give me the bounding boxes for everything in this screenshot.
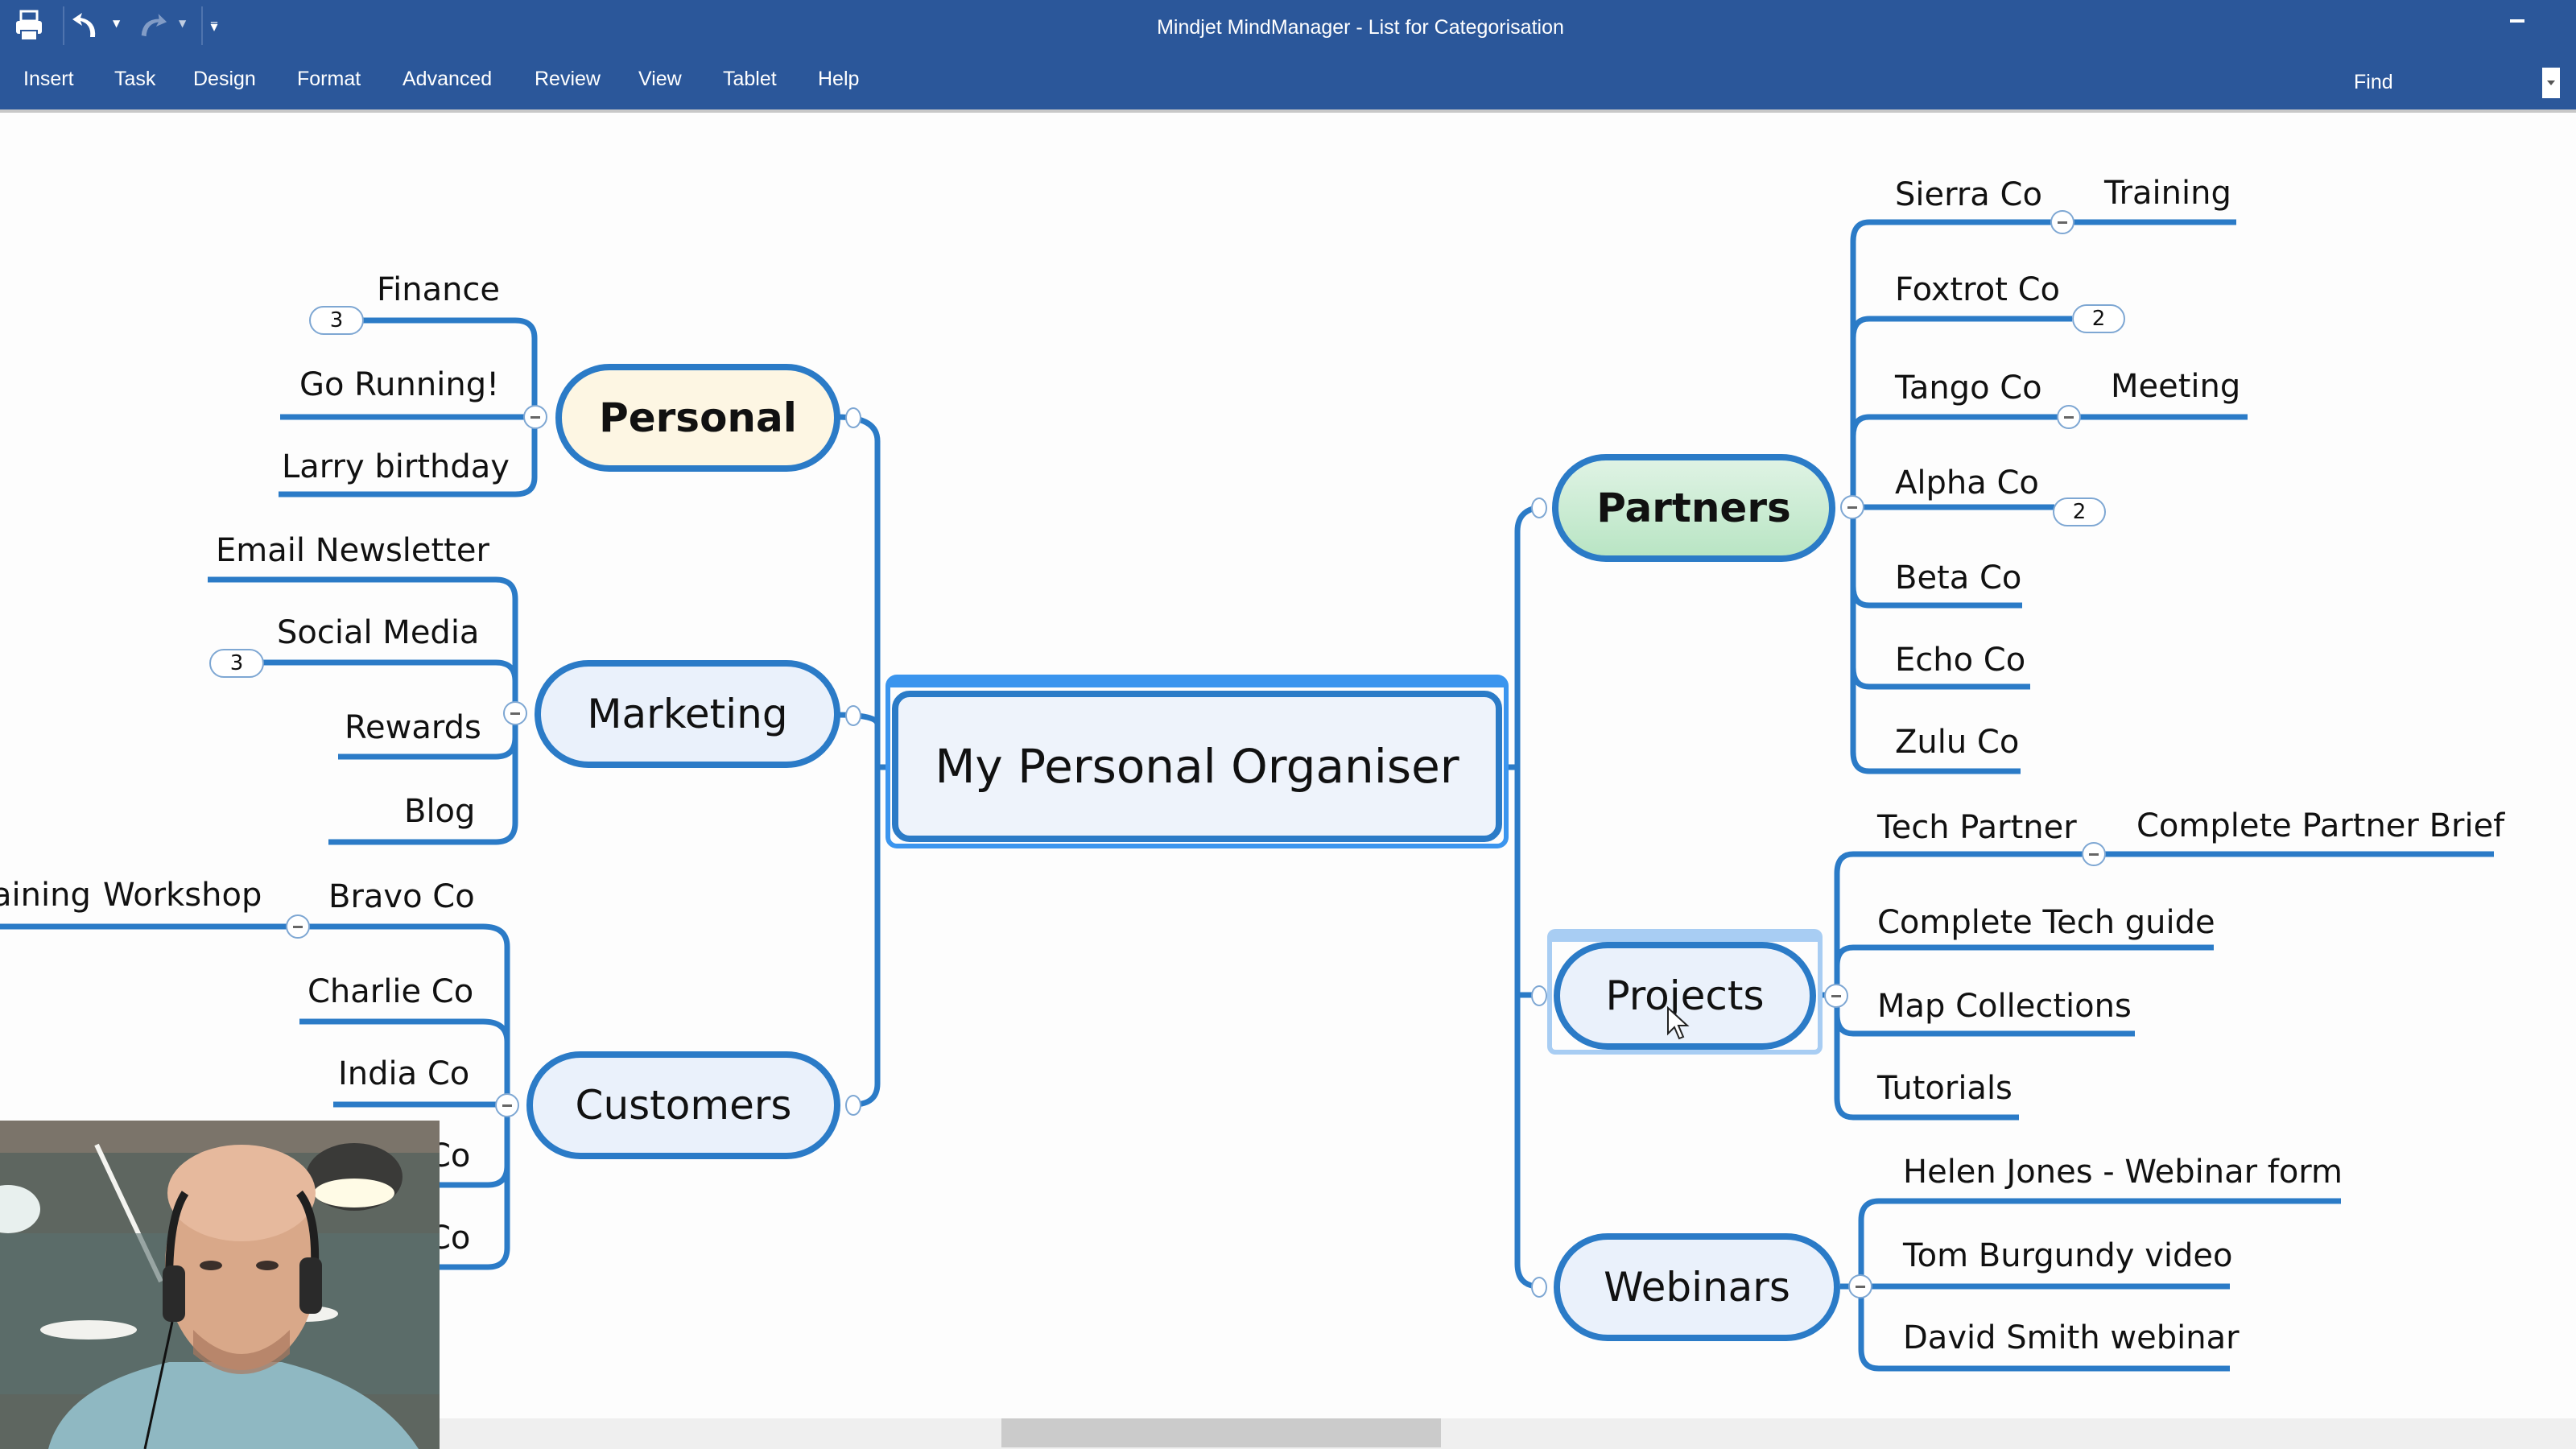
collapse-tango-toggle[interactable] (2057, 405, 2081, 429)
customers-connector-dot[interactable] (845, 1095, 861, 1116)
subtopic-charlie-co[interactable]: Charlie Co (308, 972, 473, 1011)
subtopic-echo-co[interactable]: Echo Co (1895, 641, 2025, 679)
subtopic-india-co[interactable]: India Co (338, 1055, 469, 1093)
subtopic-rewards[interactable]: Rewards (345, 708, 481, 747)
branch-line (1850, 414, 2248, 437)
subtopic-workshop[interactable]: Workshop (103, 876, 262, 914)
subtopic-foxtrot-co[interactable]: Foxtrot Co (1895, 270, 2060, 309)
topic-customers[interactable]: Customers (526, 1051, 840, 1159)
subtopic-go-running[interactable]: Go Running! (299, 365, 499, 404)
subtopic-complete-tech-guide[interactable]: Complete Tech guide (1877, 903, 2215, 942)
alpha-count-badge[interactable]: 2 (2053, 497, 2106, 526)
subtopic-tech-partner[interactable]: Tech Partner (1877, 808, 2077, 847)
collapse-webinars-toggle[interactable] (1848, 1274, 1872, 1298)
subtopic-map-collections[interactable]: Map Collections (1877, 987, 2132, 1026)
collapse-projects-toggle[interactable] (1824, 984, 1848, 1008)
subtopic-complete-partner-brief[interactable]: Complete Partner Brief (2136, 807, 2504, 845)
collapse-personal-toggle[interactable] (523, 405, 547, 429)
subtopic-beta-co[interactable]: Beta Co (1895, 559, 2021, 597)
marketing-connector-dot[interactable] (845, 705, 861, 726)
collapse-customers-toggle[interactable] (495, 1093, 519, 1117)
subtopic-email-newsletter[interactable]: Email Newsletter (216, 531, 489, 570)
topic-marketing[interactable]: Marketing (535, 660, 840, 768)
projects-connector-dot[interactable] (1531, 985, 1547, 1006)
branch-line (299, 1018, 510, 1042)
subtopic-finance[interactable]: Finance (377, 270, 500, 309)
subtopic-helen-jones[interactable]: Helen Jones - Webinar form (1903, 1153, 2343, 1191)
subtopic-tom-burgundy[interactable]: Tom Burgundy video (1903, 1236, 2232, 1275)
branch-line (233, 659, 518, 682)
branch-line (1834, 944, 2214, 967)
topic-webinars[interactable]: Webinars (1554, 1233, 1840, 1341)
collapse-tech-partner-toggle[interactable] (2082, 842, 2106, 866)
topic-personal[interactable]: Personal (555, 364, 840, 472)
presenter-video-icon (0, 1121, 440, 1449)
foxtrot-count-badge[interactable]: 2 (2072, 304, 2125, 333)
topic-partners[interactable]: Partners (1552, 454, 1835, 562)
subtopic-sierra-co[interactable]: Sierra Co (1895, 175, 2042, 214)
partners-connector-dot[interactable] (1531, 497, 1547, 518)
branch-line (1850, 316, 2072, 339)
branch-line (836, 414, 881, 1108)
mouse-cursor-icon (1666, 1005, 1690, 1045)
collapse-sierra-toggle[interactable] (2050, 210, 2074, 234)
collapse-marketing-toggle[interactable] (503, 701, 527, 725)
collapse-bravo-toggle[interactable] (286, 914, 310, 939)
horizontal-scrollbar[interactable] (440, 1418, 2576, 1449)
central-topic[interactable]: My Personal Organiser (892, 691, 1502, 842)
subtopic-bravo-co[interactable]: Bravo Co (328, 877, 475, 916)
subtopic-training[interactable]: Training (2104, 174, 2231, 213)
subtopic-zulu-co[interactable]: Zulu Co (1895, 723, 2019, 762)
subtopic-alpha-co[interactable]: Alpha Co (1895, 464, 2039, 502)
subtopic-meeting[interactable]: Meeting (2111, 367, 2240, 406)
collapse-partners-toggle[interactable] (1840, 495, 1864, 519)
branch-line (1514, 504, 1546, 1290)
subtopic-larry-birthday[interactable]: Larry birthday (282, 448, 510, 486)
social-media-count-badge[interactable]: 3 (209, 649, 264, 678)
webcam-overlay (0, 1121, 440, 1449)
personal-connector-dot[interactable] (845, 407, 861, 428)
subtopic-tutorials[interactable]: Tutorials (1877, 1069, 2013, 1108)
finance-count-badge[interactable]: 3 (309, 306, 364, 335)
subtopic-tango-co[interactable]: Tango Co (1895, 369, 2042, 407)
subtopic-blog[interactable]: Blog (404, 792, 475, 831)
subtopic-social-media[interactable]: Social Media (277, 613, 479, 652)
subtopic-david-smith[interactable]: David Smith webinar (1903, 1319, 2240, 1357)
horizontal-scrollbar-thumb[interactable] (1001, 1418, 1441, 1447)
webinars-connector-dot[interactable] (1531, 1277, 1547, 1298)
subtopic-training-clipped[interactable]: aining (0, 876, 91, 914)
